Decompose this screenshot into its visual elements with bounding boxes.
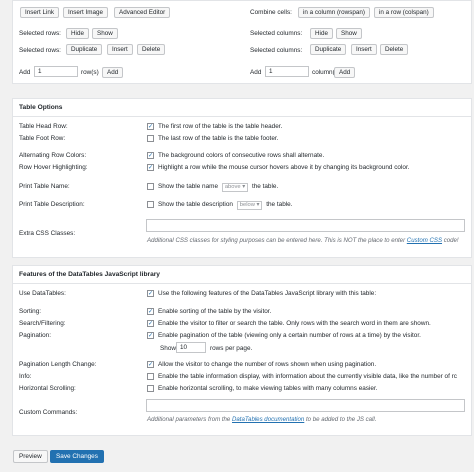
show-label: Show: [160, 345, 176, 352]
custom-help-after: to be added to the JS call.: [304, 416, 377, 423]
datatables-docs-link[interactable]: DataTables documentation: [232, 416, 304, 423]
columns-insert-button[interactable]: Insert: [351, 44, 377, 55]
selected-columns-label-2: Selected columns:: [250, 47, 303, 54]
info-text: Enable the table information display, wi…: [158, 373, 457, 380]
custom-commands-help: Additional parameters from the DataTable…: [147, 416, 376, 423]
length-change-checkbox[interactable]: ✓: [147, 361, 154, 368]
alt-colors-text: The background colors of consecutive row…: [158, 152, 325, 159]
foot-row-text: The last row of the table is the table f…: [158, 135, 279, 142]
hover-checkbox[interactable]: ✓: [147, 164, 154, 171]
save-changes-button[interactable]: Save Changes: [50, 450, 104, 463]
combine-in-column-button[interactable]: in a column (rowspan): [298, 7, 370, 18]
rows-per-page-suffix: rows per page.: [210, 345, 253, 352]
rows-suffix-label: row(s): [81, 69, 99, 76]
table-options-title: Table Options: [19, 104, 63, 111]
selected-columns-label: Selected columns:: [250, 30, 303, 37]
foot-row-label: Table Foot Row:: [19, 135, 66, 142]
preview-button[interactable]: Preview: [13, 450, 48, 463]
sorting-text: Enable sorting of the table by the visit…: [158, 308, 272, 315]
hscroll-text: Enable horizontal scrolling, to make vie…: [158, 385, 378, 392]
columns-hide-button[interactable]: Hide: [310, 28, 333, 39]
length-change-text: Allow the visitor to change the number o…: [158, 361, 377, 368]
section-divider: [13, 116, 471, 117]
print-name-text-after: the table.: [251, 183, 279, 190]
search-label: Search/Filtering:: [19, 320, 66, 327]
print-name-select[interactable]: above ▾: [221, 183, 249, 192]
sorting-checkbox[interactable]: ✓: [147, 308, 154, 315]
print-desc-text: Show the table description below ▾ the t…: [158, 201, 293, 210]
selected-rows-label-2: Selected rows:: [19, 47, 61, 54]
css-help-after: code!: [442, 237, 459, 244]
head-row-label: Table Head Row:: [19, 123, 68, 130]
use-datatables-label: Use DataTables:: [19, 290, 66, 297]
use-datatables-checkbox[interactable]: ✓: [147, 290, 154, 297]
head-row-checkbox[interactable]: ✓: [147, 123, 154, 130]
hover-text: Highlight a row while the mouse cursor h…: [158, 164, 410, 171]
css-classes-label: Extra CSS Classes:: [19, 230, 76, 237]
print-name-checkbox[interactable]: [147, 183, 154, 190]
rows-count-input[interactable]: 1: [34, 66, 78, 77]
advanced-editor-button[interactable]: Advanced Editor: [114, 7, 171, 18]
insert-link-button[interactable]: Insert Link: [20, 7, 60, 18]
table-options-panel: Table Options Table Head Row: ✓ The firs…: [12, 98, 472, 258]
combine-in-row-button[interactable]: in a row (colspan): [374, 7, 434, 18]
pagination-label: Pagination:: [19, 332, 51, 339]
custom-commands-input[interactable]: [146, 399, 465, 412]
section-divider: [13, 283, 471, 284]
columns-duplicate-button[interactable]: Duplicate: [310, 44, 347, 55]
length-change-label: Pagination Length Change:: [19, 361, 97, 368]
css-classes-input[interactable]: [146, 219, 465, 232]
custom-help-before: Additional parameters from the: [147, 416, 233, 423]
rows-show-button[interactable]: Show: [92, 28, 118, 39]
rows-per-page-input[interactable]: 10: [176, 342, 206, 353]
print-name-text-before: Show the table name: [158, 183, 219, 190]
rows-hide-button[interactable]: Hide: [66, 28, 89, 39]
print-desc-select-value: below: [239, 202, 255, 208]
insert-image-button[interactable]: Insert Image: [63, 7, 108, 18]
print-desc-text-before: Show the table description: [158, 201, 233, 208]
alt-colors-label: Alternating Row Colors:: [19, 152, 87, 159]
print-name-label: Print Table Name:: [19, 183, 70, 190]
head-row-text: The first row of the table is the table …: [158, 123, 283, 130]
hover-label: Row Hover Highlighting:: [19, 164, 88, 171]
hscroll-checkbox[interactable]: [147, 385, 154, 392]
pagination-text: Enable pagination of the table (viewing …: [158, 332, 421, 339]
foot-row-checkbox[interactable]: [147, 135, 154, 142]
add-rows-button[interactable]: Add: [102, 67, 124, 78]
print-name-text: Show the table name above ▾ the table.: [158, 183, 278, 192]
info-checkbox[interactable]: [147, 373, 154, 380]
custom-css-link[interactable]: Custom CSS: [407, 237, 442, 244]
datatables-panel: Features of the DataTables JavaScript li…: [12, 265, 472, 436]
columns-count-input[interactable]: 1: [265, 66, 309, 77]
add-rows-label: Add: [19, 69, 31, 76]
print-desc-checkbox[interactable]: [147, 201, 154, 208]
print-desc-text-after: the table.: [266, 201, 293, 208]
css-help-text: Additional CSS classes for styling purpo…: [147, 237, 459, 244]
search-text: Enable the visitor to filter or search t…: [158, 320, 431, 327]
rows-delete-button[interactable]: Delete: [137, 44, 166, 55]
print-name-select-value: above: [224, 184, 241, 190]
columns-delete-button[interactable]: Delete: [380, 44, 409, 55]
rows-insert-button[interactable]: Insert: [107, 44, 133, 55]
table-manipulation-panel: Insert Link Insert Image Advanced Editor…: [12, 0, 472, 84]
info-label: Info:: [19, 373, 32, 380]
sorting-label: Sorting:: [19, 308, 42, 315]
print-desc-label: Print Table Description:: [19, 201, 85, 208]
search-checkbox[interactable]: ✓: [147, 320, 154, 327]
css-help-before: Additional CSS classes for styling purpo…: [147, 237, 407, 244]
columns-show-button[interactable]: Show: [336, 28, 362, 39]
rows-duplicate-button[interactable]: Duplicate: [66, 44, 103, 55]
alt-colors-checkbox[interactable]: ✓: [147, 152, 154, 159]
add-columns-label: Add: [250, 69, 262, 76]
use-datatables-text: Use the following features of the DataTa…: [158, 290, 377, 297]
custom-commands-label: Custom Commands:: [19, 409, 78, 416]
print-desc-select[interactable]: below ▾: [236, 201, 263, 210]
add-columns-button[interactable]: Add: [334, 67, 356, 78]
selected-rows-label: Selected rows:: [19, 30, 61, 37]
datatables-title: Features of the DataTables JavaScript li…: [19, 271, 160, 278]
combine-cells-label: Combine cells:: [250, 9, 292, 16]
hscroll-label: Horizontal Scrolling:: [19, 385, 76, 392]
pagination-checkbox[interactable]: ✓: [147, 332, 154, 339]
